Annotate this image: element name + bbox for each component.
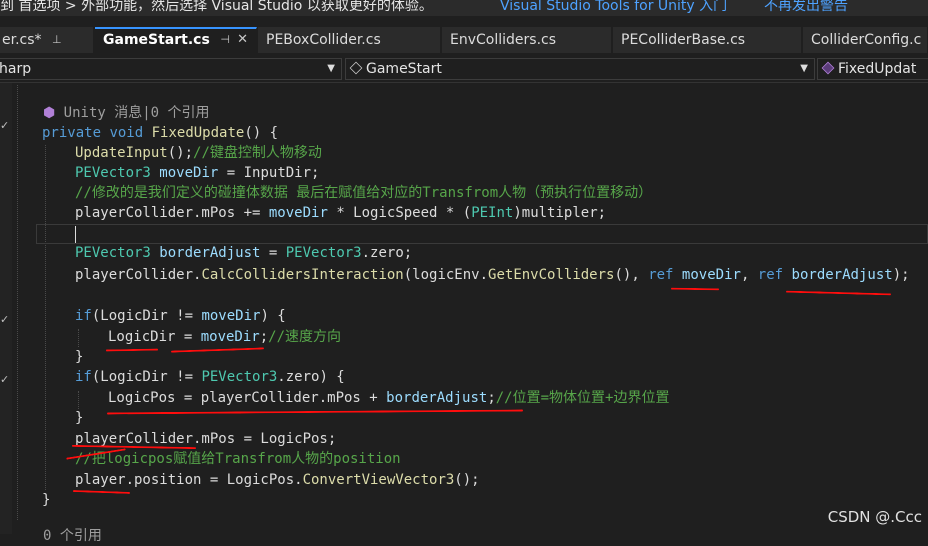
project-dropdown[interactable]: harp ▼ (0, 58, 342, 80)
code-line: PEVector3 borderAdjust = PEVector3.zero; (75, 245, 413, 261)
tab-colliderconfig[interactable]: ColliderConfig.c (803, 27, 928, 53)
code-line: PEVector3 moveDir = InputDir; (75, 165, 320, 181)
code-comment: //速度方向 (268, 329, 342, 345)
method-paren: () { (244, 125, 279, 141)
annotation-underline (670, 287, 720, 291)
tab-label: GameStart.cs (103, 32, 210, 48)
code-comment: //把logicpos赋值给Transfrom人物的position (75, 451, 401, 467)
editor-margin (0, 83, 12, 534)
code-line: if(LogicDir != PEVector3.zero) { (75, 369, 345, 385)
class-icon (349, 61, 363, 75)
tab-label: PEColliderBase.cs (621, 32, 746, 48)
tab-label: PEBoxCollider.cs (266, 32, 381, 48)
code-comment: //键盘控制人物移动 (193, 145, 322, 161)
pin-icon[interactable]: ⊣ (220, 29, 230, 51)
code-line: if(LogicDir != moveDir) { (75, 308, 286, 324)
codelens-text: Unity 消息|0 个引用 (63, 105, 210, 121)
code-line: } (42, 492, 51, 508)
info-banner: 转到 首选项 > 外部功能，然后选择 Visual Studio 以获取更好的体… (0, 0, 928, 16)
method-name: FixedUpdate (151, 125, 245, 141)
method-icon (821, 61, 835, 75)
collapse-icon[interactable]: ✓ (0, 119, 9, 132)
text-caret (75, 226, 76, 243)
tab-pecolliderbase[interactable]: PEColliderBase.cs (613, 27, 802, 53)
collapse-icon[interactable]: ✓ (0, 373, 9, 386)
codelens-text: 0 个引用 (43, 528, 102, 544)
code-line: private void FixedUpdate() { (42, 123, 278, 143)
tab-gamestart[interactable]: GameStart.cs ⊣ ✕ (95, 27, 257, 53)
code-line: LogicPos = playerCollider.mPos + borderA… (108, 390, 670, 406)
close-icon[interactable]: ✕ (237, 29, 248, 51)
indent-guide (78, 329, 79, 347)
code-comment: //位置=物体位置+边界位置 (495, 390, 670, 406)
watermark: CSDN @.Ccc (827, 508, 922, 526)
codelens-line[interactable]: ⬢ Unity 消息|0 个引用 (43, 103, 210, 123)
annotation-underline (106, 409, 524, 415)
indent-guide (78, 391, 79, 409)
code-line: playerCollider.CalcCollidersInteraction(… (75, 267, 910, 283)
annotation-underline (105, 348, 159, 352)
collapse-icon[interactable]: ✓ (0, 313, 9, 326)
tab-collider[interactable]: er.cs* ⊥ (0, 27, 94, 53)
indent-guide (45, 145, 46, 490)
tab-label: er.cs* (2, 32, 42, 48)
tab-label: EnvColliders.cs (450, 32, 557, 48)
indent-guide (17, 85, 18, 520)
document-tab-bar: er.cs* ⊥ GameStart.cs ⊣ ✕ PEBoxCollider.… (0, 27, 928, 53)
annotation-underline (170, 347, 265, 353)
member-dropdown[interactable]: FixedUpdat (817, 58, 928, 80)
code-line: playerCollider.mPos += moveDir * LogicSp… (75, 205, 607, 221)
keyword-void: void (109, 125, 144, 141)
annotation-underline (72, 490, 131, 494)
banner-install-link[interactable]: Visual Studio Tools for Unity 入门 (500, 0, 727, 15)
chevron-down-icon: ▼ (800, 63, 808, 74)
codelens-line[interactable]: 0 个引用 (43, 526, 102, 546)
code-line: //把logicpos赋值给Transfrom人物的position (75, 449, 401, 469)
code-line: //修改的是我们定义的碰撞体数据 最后在赋值给对应的Transfrom人物（预执… (75, 183, 652, 203)
code-line: UpdateInput();//键盘控制人物移动 (75, 145, 322, 161)
banner-message: 转到 首选项 > 外部功能，然后选择 Visual Studio 以获取更好的体… (0, 0, 433, 14)
code-line: LogicDir = moveDir;//速度方向 (108, 329, 342, 345)
keyword-private: private (42, 125, 102, 141)
current-line-highlight (36, 224, 928, 244)
annotation-underline (785, 290, 892, 296)
pin-icon[interactable]: ⊥ (52, 27, 62, 53)
code-line: } (75, 349, 84, 365)
class-label: GameStart (366, 61, 442, 77)
member-label: FixedUpdat (838, 61, 917, 77)
navigation-bar: harp ▼ GameStart ▼ FixedUpdat (0, 56, 928, 83)
tab-label: ColliderConfig.c (811, 32, 922, 48)
class-dropdown[interactable]: GameStart ▼ (345, 58, 815, 80)
code-line: } (75, 410, 84, 426)
code-line: player.position = LogicPos.ConvertViewVe… (75, 472, 480, 488)
tab-peboxcollider[interactable]: PEBoxCollider.cs (258, 27, 441, 53)
code-comment: //修改的是我们定义的碰撞体数据 最后在赋值给对应的Transfrom人物（预执… (75, 185, 653, 201)
project-label: harp (0, 61, 32, 77)
code-editor[interactable]: ✓ ✓ ✓ ⬢ Unity 消息|0 个引用 private void Fixe… (0, 83, 928, 544)
banner-dismiss-link[interactable]: 不再发出警告 (764, 0, 848, 15)
chevron-down-icon: ▼ (327, 63, 335, 74)
tab-envcolliders[interactable]: EnvColliders.cs (442, 27, 612, 53)
